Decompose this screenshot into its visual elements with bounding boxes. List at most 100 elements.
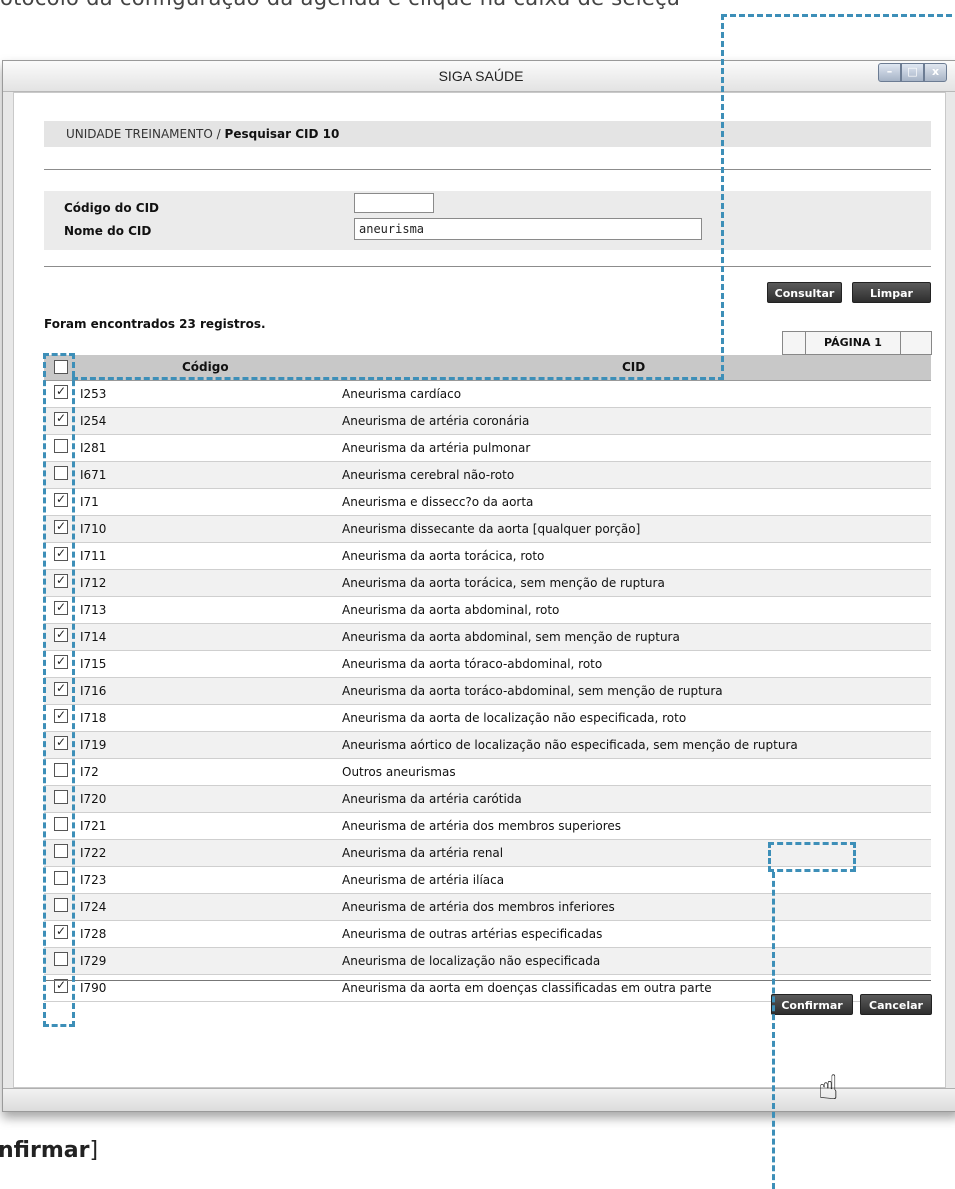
row-description: Aneurisma da aorta em doenças classifica… xyxy=(342,981,712,995)
table-row: I724 Aneurisma de artéria dos membros inf… xyxy=(44,894,931,921)
row-description: Aneurisma cerebral não-roto xyxy=(342,468,515,482)
window-controls: – □ x xyxy=(878,63,947,82)
row-code: I718 xyxy=(80,711,107,725)
table-row: ✓ I718 Aneurisma da aorta de localização n… xyxy=(44,705,931,732)
table-row: ✓ I713 Aneurisma da aorta abdominal, roto xyxy=(44,597,931,624)
siga-saude-window: SIGA SAÚDE – □ x UNIDADE TREINAMENTO / P… xyxy=(2,60,955,1112)
row-description: Aneurisma da aorta abdominal, sem menção… xyxy=(342,630,680,644)
close-button[interactable]: x xyxy=(924,63,947,82)
table-row: I729 Aneurisma de localização não especif… xyxy=(44,948,931,975)
row-description: Aneurisma da aorta torácica, roto xyxy=(342,549,545,563)
table-row: ✓ I254 Aneurisma de artéria coronária xyxy=(44,408,931,435)
row-description: Aneurisma de artéria ilíaca xyxy=(342,873,505,887)
row-code: I72 xyxy=(80,765,99,779)
row-description: Aneurisma aórtico de localização não esp… xyxy=(342,738,798,752)
confirmar-button[interactable]: Confirmar xyxy=(771,994,853,1015)
pager-prev[interactable] xyxy=(783,332,806,354)
caption-bold: nfirmar xyxy=(0,1138,90,1163)
row-code: I719 xyxy=(80,738,107,752)
table-row: I281 Aneurisma da artéria pulmonar xyxy=(44,435,931,462)
row-description: Aneurisma da aorta torácica, sem menção … xyxy=(342,576,665,590)
results-count: Foram encontrados 23 registros. xyxy=(44,317,266,331)
table-row: I72 Outros aneurismas xyxy=(44,759,931,786)
header-codigo: Código xyxy=(182,360,229,374)
table-row: ✓ I71 Aneurisma e dissecc?o da aorta xyxy=(44,489,931,516)
table-row: ✓ I719 Aneurisma aórtico de localização nã… xyxy=(44,732,931,759)
caption-bracket: ] xyxy=(89,1138,99,1163)
row-description: Aneurisma da aorta toráco-abdominal, sem… xyxy=(342,684,723,698)
checkbox-column-highlight xyxy=(43,353,75,1027)
callout-line xyxy=(721,14,724,380)
row-code: I722 xyxy=(80,846,107,860)
row-code: I716 xyxy=(80,684,107,698)
table-row: ✓ I711 Aneurisma da aorta torácica, roto xyxy=(44,543,931,570)
row-description: Aneurisma da aorta abdominal, roto xyxy=(342,603,560,617)
row-description: Aneurisma e dissecc?o da aorta xyxy=(342,495,534,509)
breadcrumb-root[interactable]: UNIDADE TREINAMENTO / xyxy=(66,127,221,141)
table-row: ✓ I728 Aneurisma de outras artérias especi… xyxy=(44,921,931,948)
row-code: I253 xyxy=(80,387,107,401)
table-row: ✓ I712 Aneurisma da aorta torácica, sem me… xyxy=(44,570,931,597)
row-code: I723 xyxy=(80,873,107,887)
divider xyxy=(44,980,931,981)
table-row: ✓ I716 Aneurisma da aorta toráco-abdominal… xyxy=(44,678,931,705)
row-description: Aneurisma da aorta tóraco-abdominal, rot… xyxy=(342,657,603,671)
consultar-button[interactable]: Consultar xyxy=(767,282,842,303)
row-code: I720 xyxy=(80,792,107,806)
row-description: Aneurisma de artéria dos membros inferio… xyxy=(342,900,615,914)
row-code: I281 xyxy=(80,441,107,455)
codigo-cid-input[interactable] xyxy=(354,193,434,213)
row-description: Aneurisma da artéria renal xyxy=(342,846,504,860)
confirmar-highlight xyxy=(768,842,856,872)
window-statusbar xyxy=(3,1088,955,1111)
minimize-button[interactable]: – xyxy=(878,63,901,82)
callout-line xyxy=(772,872,775,1189)
window-titlebar: SIGA SAÚDE – □ x xyxy=(3,61,955,92)
table-row: ✓ I714 Aneurisma da aorta abdominal, sem m… xyxy=(44,624,931,651)
pager-next[interactable] xyxy=(901,332,931,354)
row-description: Aneurisma dissecante da aorta [qualquer … xyxy=(342,522,641,536)
row-code: I715 xyxy=(80,657,107,671)
callout-line xyxy=(72,377,724,380)
row-code: I724 xyxy=(80,900,107,914)
limpar-button[interactable]: Limpar xyxy=(852,282,931,303)
codigo-cid-label: Código do CID xyxy=(64,201,160,215)
window-title: SIGA SAÚDE xyxy=(438,68,524,84)
row-code: I790 xyxy=(80,981,107,995)
row-code: I721 xyxy=(80,819,107,833)
row-description: Aneurisma cardíaco xyxy=(342,387,462,401)
row-description: Aneurisma de artéria dos membros superio… xyxy=(342,819,622,833)
row-code: I712 xyxy=(80,576,107,590)
row-description: Outros aneurismas xyxy=(342,765,456,779)
table-row: ✓ I715 Aneurisma da aorta tóraco-abdominal… xyxy=(44,651,931,678)
row-description: Aneurisma de artéria coronária xyxy=(342,414,530,428)
divider xyxy=(44,169,931,170)
nome-cid-input[interactable] xyxy=(354,218,702,240)
hand-cursor-icon: ☝ xyxy=(818,1068,839,1108)
table-row: ✓ I253 Aneurisma cardíaco xyxy=(44,381,931,408)
row-code: I728 xyxy=(80,927,107,941)
table-row: ✓ I710 Aneurisma dissecante da aorta [qual… xyxy=(44,516,931,543)
maximize-button[interactable]: □ xyxy=(901,63,924,82)
row-code: I714 xyxy=(80,630,107,644)
row-description: Aneurisma da aorta de localização não es… xyxy=(342,711,687,725)
row-code: I254 xyxy=(80,414,107,428)
cancelar-button[interactable]: Cancelar xyxy=(860,994,932,1015)
header-cid: CID xyxy=(622,360,646,374)
pagination: PÁGINA 1 xyxy=(782,331,932,355)
search-form: Código do CID Nome do CID xyxy=(44,191,931,250)
breadcrumb: UNIDADE TREINAMENTO / Pesquisar CID 10 xyxy=(44,121,931,147)
divider xyxy=(44,266,931,267)
results-table-body: ✓ I253 Aneurisma cardíaco ✓ I254 Aneurisma de… xyxy=(44,381,931,1002)
breadcrumb-current: Pesquisar CID 10 xyxy=(224,127,340,141)
table-row: I720 Aneurisma da artéria carótida xyxy=(44,786,931,813)
table-row: I721 Aneurisma de artéria dos membros sup… xyxy=(44,813,931,840)
row-code: I729 xyxy=(80,954,107,968)
callout-line xyxy=(721,14,955,17)
dialog-content: UNIDADE TREINAMENTO / Pesquisar CID 10 C… xyxy=(13,92,946,1088)
pager-label: PÁGINA 1 xyxy=(806,332,901,354)
row-code: I713 xyxy=(80,603,107,617)
row-code: I711 xyxy=(80,549,107,563)
row-code: I671 xyxy=(80,468,107,482)
row-description: Aneurisma da artéria carótida xyxy=(342,792,522,806)
